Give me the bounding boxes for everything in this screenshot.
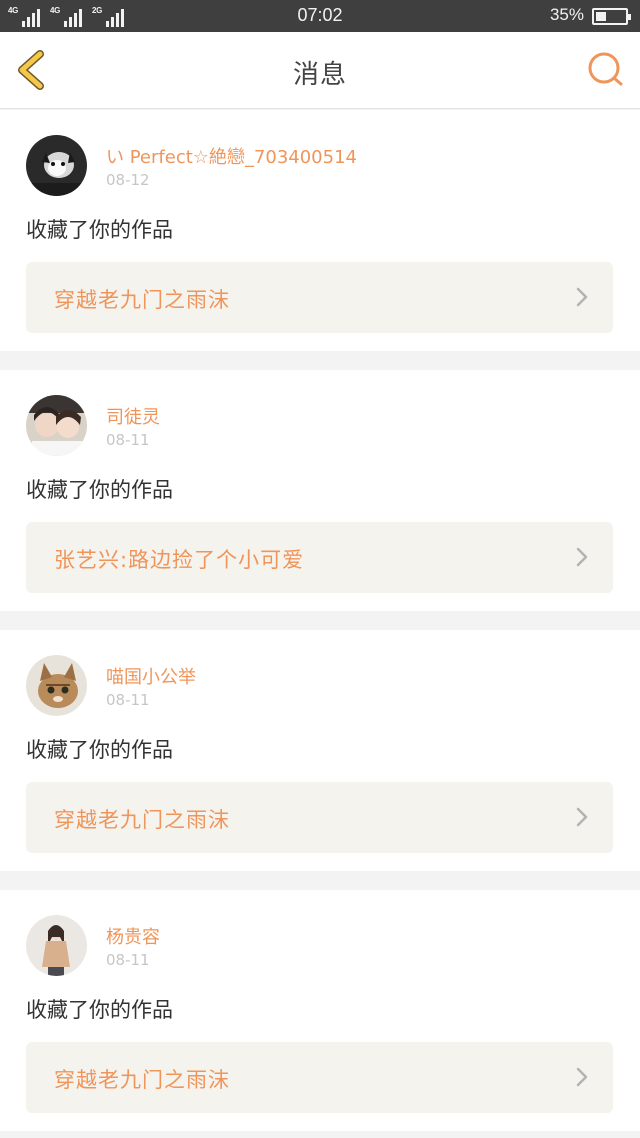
list-item: 杨贵容 08-11 收藏了你的作品 穿越老九门之雨沫 bbox=[0, 890, 640, 1131]
page-title: 消息 bbox=[292, 60, 347, 90]
chevron-right-icon bbox=[576, 287, 588, 307]
list-item: い Perfect☆絶戀_703400514 08-12 收藏了你的作品 穿越老… bbox=[0, 110, 640, 351]
avatar[interactable] bbox=[26, 135, 87, 196]
work-title: 穿越老九门之雨沫 bbox=[54, 1068, 230, 1092]
list-item: 司徒灵 08-11 收藏了你的作品 张艺兴:路边捡了个小可爱 bbox=[0, 370, 640, 611]
avatar[interactable] bbox=[26, 395, 87, 456]
app-header: 消息 bbox=[0, 32, 640, 109]
work-link[interactable]: 穿越老九门之雨沫 bbox=[26, 782, 613, 853]
status-bar: 4G 4G 2G 07:02 35% bbox=[0, 0, 640, 32]
action-text: 收藏了你的作品 bbox=[26, 998, 173, 1022]
avatar[interactable] bbox=[26, 655, 87, 716]
battery-icon bbox=[592, 8, 631, 25]
battery-percent: 35% bbox=[549, 5, 584, 24]
message-date: 08-11 bbox=[106, 951, 150, 969]
work-link[interactable]: 穿越老九门之雨沫 bbox=[26, 1042, 613, 1113]
avatar[interactable] bbox=[26, 915, 87, 976]
username[interactable]: 喵国小公举 bbox=[106, 663, 196, 689]
username[interactable]: い Perfect☆絶戀_703400514 bbox=[106, 143, 357, 169]
work-title: 张艺兴:路边捡了个小可爱 bbox=[54, 548, 305, 572]
message-date: 08-11 bbox=[106, 691, 150, 709]
work-title: 穿越老九门之雨沫 bbox=[54, 808, 230, 832]
message-date: 08-11 bbox=[106, 431, 150, 449]
username[interactable]: 司徒灵 bbox=[106, 403, 160, 429]
search-button[interactable] bbox=[586, 50, 626, 90]
search-icon bbox=[588, 52, 623, 86]
work-link[interactable]: 穿越老九门之雨沫 bbox=[26, 262, 613, 333]
work-link[interactable]: 张艺兴:路边捡了个小可爱 bbox=[26, 522, 613, 593]
work-title: 穿越老九门之雨沫 bbox=[54, 288, 230, 312]
username[interactable]: 杨贵容 bbox=[106, 923, 160, 949]
action-text: 收藏了你的作品 bbox=[26, 738, 173, 762]
action-text: 收藏了你的作品 bbox=[26, 218, 173, 242]
chevron-right-icon bbox=[576, 807, 588, 827]
action-text: 收藏了你的作品 bbox=[26, 478, 173, 502]
message-date: 08-12 bbox=[106, 171, 150, 189]
chevron-right-icon bbox=[576, 547, 588, 567]
clock: 07:02 bbox=[297, 5, 343, 25]
chevron-right-icon bbox=[576, 1067, 588, 1087]
message-list: い Perfect☆絶戀_703400514 08-12 收藏了你的作品 穿越老… bbox=[0, 110, 640, 1138]
list-item: 喵国小公举 08-11 收藏了你的作品 穿越老九门之雨沫 bbox=[0, 630, 640, 871]
